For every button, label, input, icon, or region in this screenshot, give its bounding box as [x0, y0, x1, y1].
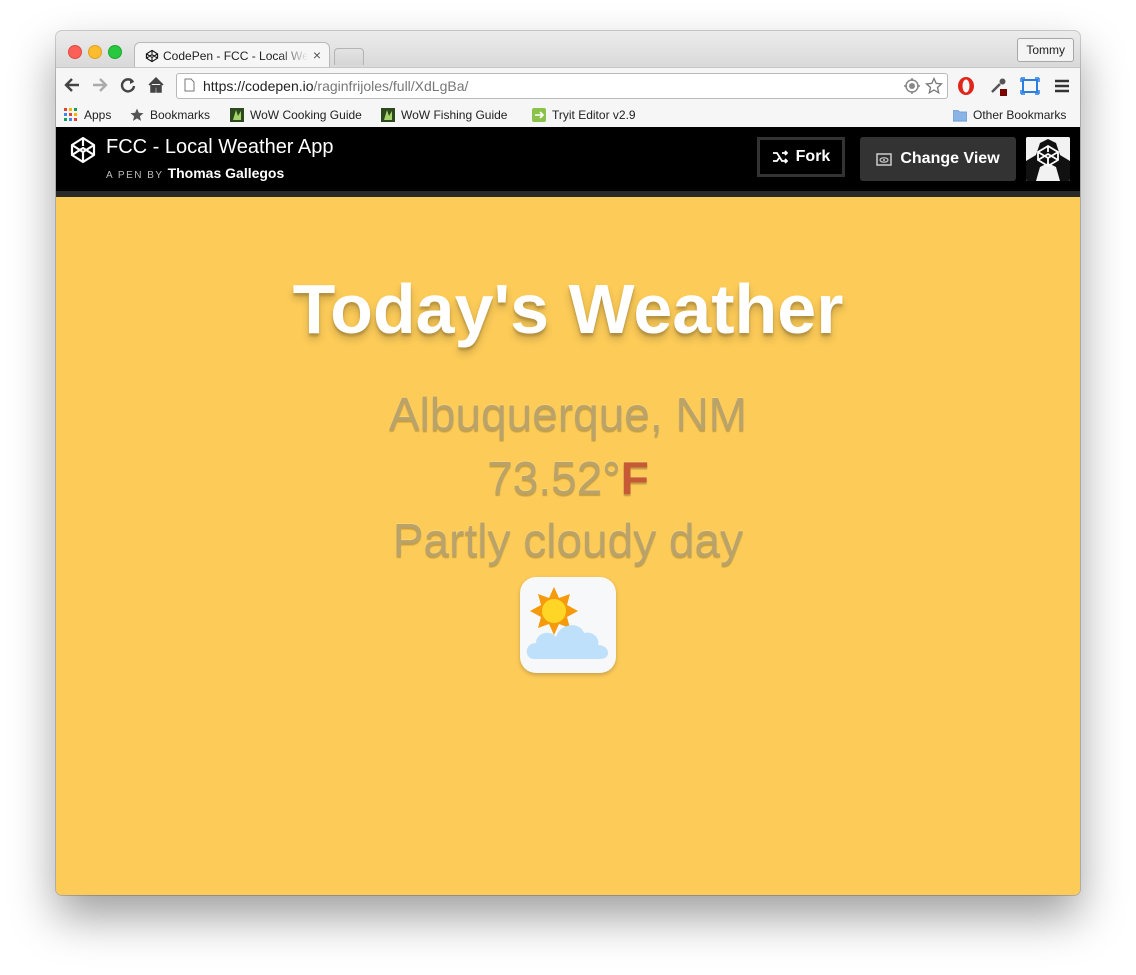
eyedropper-extension-icon[interactable]	[988, 76, 1008, 96]
user-avatar[interactable]	[1026, 137, 1070, 181]
bookmarks-bar: Apps Bookmarks WoW Cooking Guide WoW Fis…	[56, 103, 1080, 128]
codepen-favicon-icon	[145, 49, 159, 63]
profile-button[interactable]: Tommy	[1017, 38, 1074, 62]
forward-icon[interactable]	[90, 76, 110, 96]
partly-cloudy-day-icon	[526, 587, 609, 659]
bookmark-star-icon[interactable]	[925, 77, 943, 95]
wow-guide-icon	[230, 108, 244, 122]
new-tab-button[interactable]	[334, 48, 364, 65]
maximize-window-button[interactable]	[108, 45, 122, 59]
tryit-editor-icon	[532, 108, 546, 122]
avatar-image	[1026, 137, 1070, 181]
tab-close-icon[interactable]: ×	[313, 47, 321, 63]
menu-icon[interactable]	[1052, 76, 1072, 96]
codepen-logo-icon[interactable]	[69, 136, 97, 164]
star-icon	[130, 108, 144, 121]
bookmark-tryit-editor[interactable]: Tryit Editor v2.9	[532, 107, 636, 123]
bookmark-bookmarks[interactable]: Bookmarks	[130, 107, 210, 123]
address-bar[interactable]: https://codepen.io/raginfrijoles/full/Xd…	[176, 73, 948, 99]
browser-tab[interactable]: CodePen - FCC - Local Weather App ×	[134, 42, 330, 69]
apps-grid-icon	[64, 108, 77, 121]
change-view-button[interactable]: Change View	[860, 137, 1016, 181]
bookmark-apps[interactable]: Apps	[64, 107, 111, 123]
folder-icon	[953, 110, 967, 122]
pen-byline: A PEN BY Thomas Gallegos	[106, 165, 285, 181]
minimize-window-button[interactable]	[88, 45, 102, 59]
close-window-button[interactable]	[68, 45, 82, 59]
fork-button[interactable]: Fork	[757, 137, 845, 177]
fork-icon	[772, 150, 788, 164]
bookmark-wow-fishing[interactable]: WoW Fishing Guide	[381, 107, 517, 123]
opera-extension-icon[interactable]	[956, 76, 976, 96]
bookmark-wow-cooking[interactable]: WoW Cooking Guide	[230, 107, 364, 123]
title-bar: CodePen - FCC - Local Weather App × Tomm…	[56, 31, 1080, 69]
home-icon[interactable]	[146, 76, 166, 96]
weather-icon-box	[520, 577, 616, 673]
page-heading: Today's Weather	[292, 270, 844, 348]
codepen-header: FCC - Local Weather App A PEN BY Thomas G…	[56, 127, 1080, 197]
temperature-text: 73.52°F	[56, 451, 1080, 505]
screen-capture-extension-icon[interactable]	[1020, 76, 1040, 96]
wow-guide-icon	[381, 108, 395, 122]
url-text: https://codepen.io/raginfrijoles/full/Xd…	[203, 78, 469, 94]
temperature-value: 73.52°	[487, 452, 621, 504]
pen-author-link[interactable]: Thomas Gallegos	[168, 165, 285, 181]
weather-app-content: Today's Weather Albuquerque, NM 73.52°F …	[56, 197, 1080, 895]
bookmark-other-bookmarks[interactable]: Other Bookmarks	[953, 107, 1066, 123]
temperature-unit-toggle[interactable]: F	[621, 452, 649, 504]
pen-title: FCC - Local Weather App	[106, 136, 334, 158]
browser-window: CodePen - FCC - Local Weather App × Tomm…	[56, 31, 1080, 895]
condition-text: Partly cloudy day	[392, 514, 744, 566]
tab-title: CodePen - FCC - Local Weather App	[163, 49, 308, 63]
location-icon[interactable]	[903, 77, 921, 95]
page-icon	[184, 78, 195, 92]
browser-toolbar: https://codepen.io/raginfrijoles/full/Xd…	[56, 67, 1080, 104]
location-text: Albuquerque, NM	[389, 388, 747, 440]
reload-icon[interactable]	[118, 76, 138, 96]
change-view-icon	[876, 152, 893, 166]
back-icon[interactable]	[62, 76, 82, 96]
